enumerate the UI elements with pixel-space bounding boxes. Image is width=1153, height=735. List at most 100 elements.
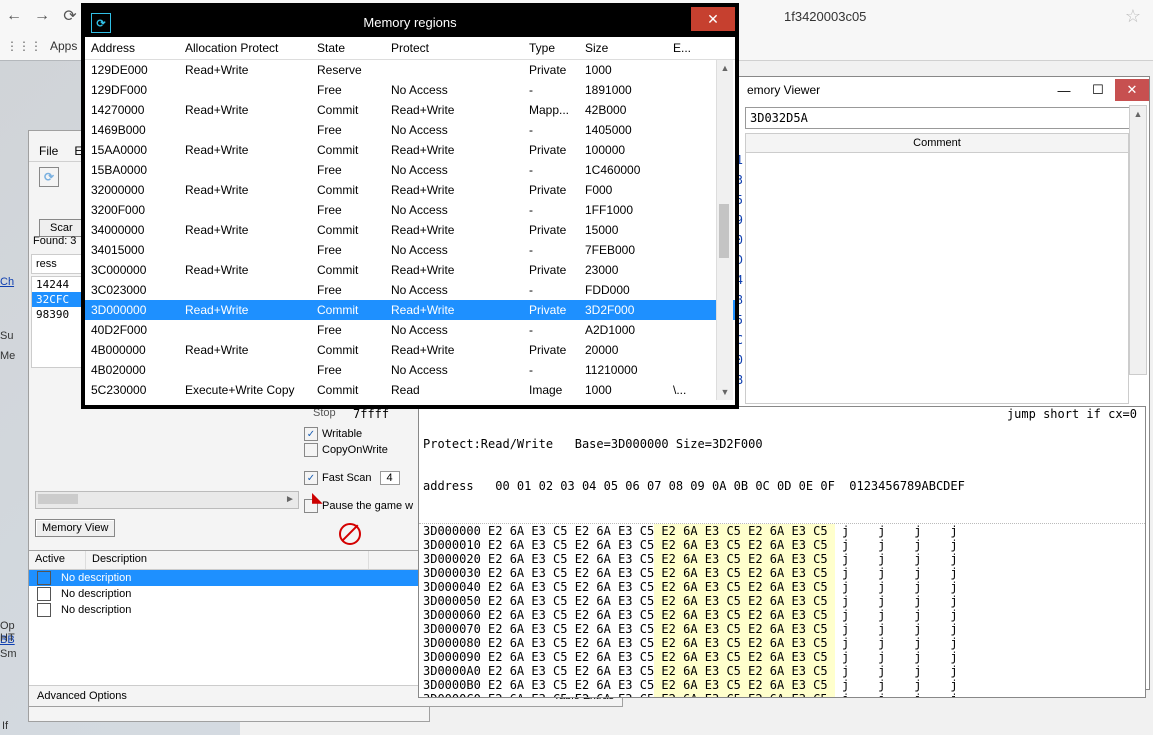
h-scrollbar[interactable]: ◄ ► bbox=[35, 491, 299, 509]
scroll-right-icon[interactable]: ► bbox=[282, 492, 298, 506]
ce-icon: ⟳ bbox=[91, 13, 111, 33]
comment-header[interactable]: Comment bbox=[745, 133, 1129, 153]
region-row[interactable]: 34015000FreeNo Access-7FEB000 bbox=[85, 240, 735, 260]
ct-head-desc[interactable]: Description bbox=[86, 551, 369, 569]
fastscan-value[interactable]: 4 bbox=[380, 471, 400, 485]
left-text-ch: Ch bbox=[0, 276, 14, 288]
rh-size[interactable]: Size bbox=[585, 41, 673, 55]
mv-scrollbar[interactable]: ▲ bbox=[1129, 105, 1147, 375]
hex-row[interactable]: 3D000060 E2 6A E3 C5 E2 6A E3 C5 E2 6A E… bbox=[423, 608, 1141, 622]
memory-viewer-address-input[interactable]: 3D032D5A bbox=[745, 107, 1143, 129]
region-row[interactable]: 4B000000Read+WriteCommitRead+WritePrivat… bbox=[85, 340, 735, 360]
hex-row[interactable]: 3D000040 E2 6A E3 C5 E2 6A E3 C5 E2 6A E… bbox=[423, 580, 1141, 594]
rh-type[interactable]: Type bbox=[529, 41, 585, 55]
row-description: No description bbox=[57, 588, 321, 600]
region-row[interactable]: 4B020000FreeNo Access-11210000 bbox=[85, 360, 735, 380]
hex-row[interactable]: 3D000020 E2 6A E3 C5 E2 6A E3 C5 E2 6A E… bbox=[423, 552, 1141, 566]
region-row[interactable]: 32000000Read+WriteCommitRead+WritePrivat… bbox=[85, 180, 735, 200]
maximize-button[interactable]: ☐ bbox=[1081, 79, 1115, 101]
region-row[interactable]: 5C230000Execute+Write CopyCommitReadImag… bbox=[85, 380, 735, 400]
rh-state[interactable]: State bbox=[317, 41, 391, 55]
url-fragment[interactable]: 1f3420003c05 bbox=[784, 9, 866, 24]
rh-extra[interactable]: E... bbox=[673, 41, 703, 55]
no-entry-icon[interactable] bbox=[339, 523, 361, 545]
hex-row[interactable]: 3D000090 E2 6A E3 C5 E2 6A E3 C5 E2 6A E… bbox=[423, 650, 1141, 664]
found-label: Found: 3 bbox=[33, 235, 76, 247]
nav-fwd-icon[interactable]: → bbox=[30, 4, 54, 28]
left-text-op: Op bbox=[0, 620, 26, 632]
scroll-up-icon[interactable]: ▲ bbox=[717, 60, 733, 76]
memory-viewer-title: emory Viewer bbox=[747, 83, 820, 97]
memory-viewer-address-value: 3D032D5A bbox=[750, 111, 808, 125]
opt-cow-label: CopyOnWrite bbox=[322, 444, 388, 456]
pointer-icon[interactable]: ◣ bbox=[312, 489, 323, 506]
hex-row[interactable]: 3D000010 E2 6A E3 C5 E2 6A E3 C5 E2 6A E… bbox=[423, 538, 1141, 552]
hex-row[interactable]: 3D0000C0 E2 6A E3 C5 E2 6A E3 C5 E2 6A E… bbox=[423, 692, 1141, 698]
left-text-su: Su bbox=[0, 330, 26, 342]
comment-body[interactable]: 13590D485C0B bbox=[745, 153, 1129, 404]
region-row[interactable]: 129DF000FreeNo Access-1891000 bbox=[85, 80, 735, 100]
protect-line: Protect:Read/Write Base=3D000000 Size=3D… bbox=[423, 437, 1141, 451]
region-row[interactable]: 3C023000FreeNo Access-FDD000 bbox=[85, 280, 735, 300]
rh-address[interactable]: Address bbox=[91, 41, 185, 55]
left-text-sm: Sm bbox=[0, 648, 26, 660]
bookmark-star-icon[interactable]: ☆ bbox=[1125, 6, 1141, 27]
row-checkbox[interactable] bbox=[37, 571, 51, 585]
rh-protect[interactable]: Protect bbox=[391, 41, 529, 55]
memory-regions-window: ⟳ Memory regions ✕ Address Allocation Pr… bbox=[82, 4, 738, 408]
apps-button[interactable]: Apps bbox=[50, 39, 77, 53]
row-checkbox[interactable] bbox=[37, 603, 51, 617]
ct-head-active[interactable]: Active bbox=[29, 551, 86, 569]
regions-close-button[interactable]: ✕ bbox=[691, 7, 735, 31]
regions-header-row[interactable]: Address Allocation Protect State Protect… bbox=[85, 37, 735, 60]
hex-dump-pane[interactable]: jump short if cx=0 Protect:Read/Write Ba… bbox=[418, 406, 1146, 698]
hex-header: address 00 01 02 03 04 05 06 07 08 09 0A… bbox=[423, 479, 1141, 493]
memory-regions-titlebar[interactable]: ⟳ Memory regions ✕ bbox=[85, 7, 735, 37]
region-row[interactable]: 3D000000Read+WriteCommitRead+WritePrivat… bbox=[85, 300, 735, 320]
region-row[interactable]: 15BA0000FreeNo Access-1C460000 bbox=[85, 160, 735, 180]
region-row[interactable]: 15AA0000Read+WriteCommitRead+WritePrivat… bbox=[85, 140, 735, 160]
minimize-button[interactable]: — bbox=[1047, 79, 1081, 101]
regions-body[interactable]: 129DE000Read+WriteReservePrivate1000129D… bbox=[85, 60, 735, 400]
nav-back-icon[interactable]: ← bbox=[2, 4, 26, 28]
reload-icon[interactable]: ⟳ bbox=[58, 4, 82, 28]
row-description: No description bbox=[57, 572, 321, 584]
opt-pause-label: Pause the game w bbox=[322, 500, 413, 512]
row-checkbox[interactable] bbox=[37, 587, 51, 601]
hex-row[interactable]: 3D0000A0 E2 6A E3 C5 E2 6A E3 C5 E2 6A E… bbox=[423, 664, 1141, 678]
left-text-ht: HT bbox=[0, 632, 26, 644]
scroll-down-icon[interactable]: ▼ bbox=[717, 384, 733, 400]
hex-row[interactable]: 3D000050 E2 6A E3 C5 E2 6A E3 C5 E2 6A E… bbox=[423, 594, 1141, 608]
region-row[interactable]: 129DE000Read+WriteReservePrivate1000 bbox=[85, 60, 735, 80]
scroll-thumb[interactable] bbox=[719, 204, 729, 258]
regions-scrollbar[interactable]: ▲ ▼ bbox=[716, 60, 733, 400]
left-text-me: Me bbox=[0, 350, 26, 362]
region-row[interactable]: 34000000Read+WriteCommitRead+WritePrivat… bbox=[85, 220, 735, 240]
region-row[interactable]: 3C000000Read+WriteCommitRead+WritePrivat… bbox=[85, 260, 735, 280]
stop-label: Stop bbox=[313, 407, 336, 419]
region-row[interactable]: 14270000Read+WriteCommitRead+WriteMapp..… bbox=[85, 100, 735, 120]
menu-file[interactable]: File bbox=[31, 144, 66, 158]
hex-row[interactable]: 3D000000 E2 6A E3 C5 E2 6A E3 C5 E2 6A E… bbox=[423, 524, 1141, 538]
region-row[interactable]: 40D2F000FreeNo Access-A2D1000 bbox=[85, 320, 735, 340]
region-row[interactable]: 3200F000FreeNo Access-1FF1000 bbox=[85, 200, 735, 220]
scroll-thumb[interactable] bbox=[38, 494, 78, 504]
advanced-options-button[interactable]: Advanced Options bbox=[37, 690, 127, 702]
stop-value[interactable]: 7ffff bbox=[353, 407, 389, 421]
hex-row[interactable]: 3D000080 E2 6A E3 C5 E2 6A E3 C5 E2 6A E… bbox=[423, 636, 1141, 650]
scroll-up-icon[interactable]: ▲ bbox=[1130, 106, 1146, 122]
left-text-if: If bbox=[2, 720, 8, 732]
hex-row[interactable]: 3D0000B0 E2 6A E3 C5 E2 6A E3 C5 E2 6A E… bbox=[423, 678, 1141, 692]
addr-header-label: ress bbox=[36, 258, 57, 270]
close-button[interactable]: ✕ bbox=[1115, 79, 1149, 101]
rh-alloc-protect[interactable]: Allocation Protect bbox=[185, 41, 317, 55]
ce-logo-icon[interactable]: ⟳ bbox=[39, 167, 59, 187]
hex-row[interactable]: 3D000030 E2 6A E3 C5 E2 6A E3 C5 E2 6A E… bbox=[423, 566, 1141, 580]
memory-viewer-titlebar[interactable]: emory Viewer — ☐ ✕ bbox=[739, 77, 1149, 103]
memory-view-button[interactable]: Memory View bbox=[35, 519, 115, 537]
region-row[interactable]: 1469B000FreeNo Access-1405000 bbox=[85, 120, 735, 140]
opt-writable-label: Writable bbox=[322, 428, 362, 440]
jump-note: jump short if cx=0 bbox=[1007, 407, 1137, 421]
hex-row[interactable]: 3D000070 E2 6A E3 C5 E2 6A E3 C5 E2 6A E… bbox=[423, 622, 1141, 636]
opt-fastscan-label: Fast Scan bbox=[322, 472, 372, 484]
